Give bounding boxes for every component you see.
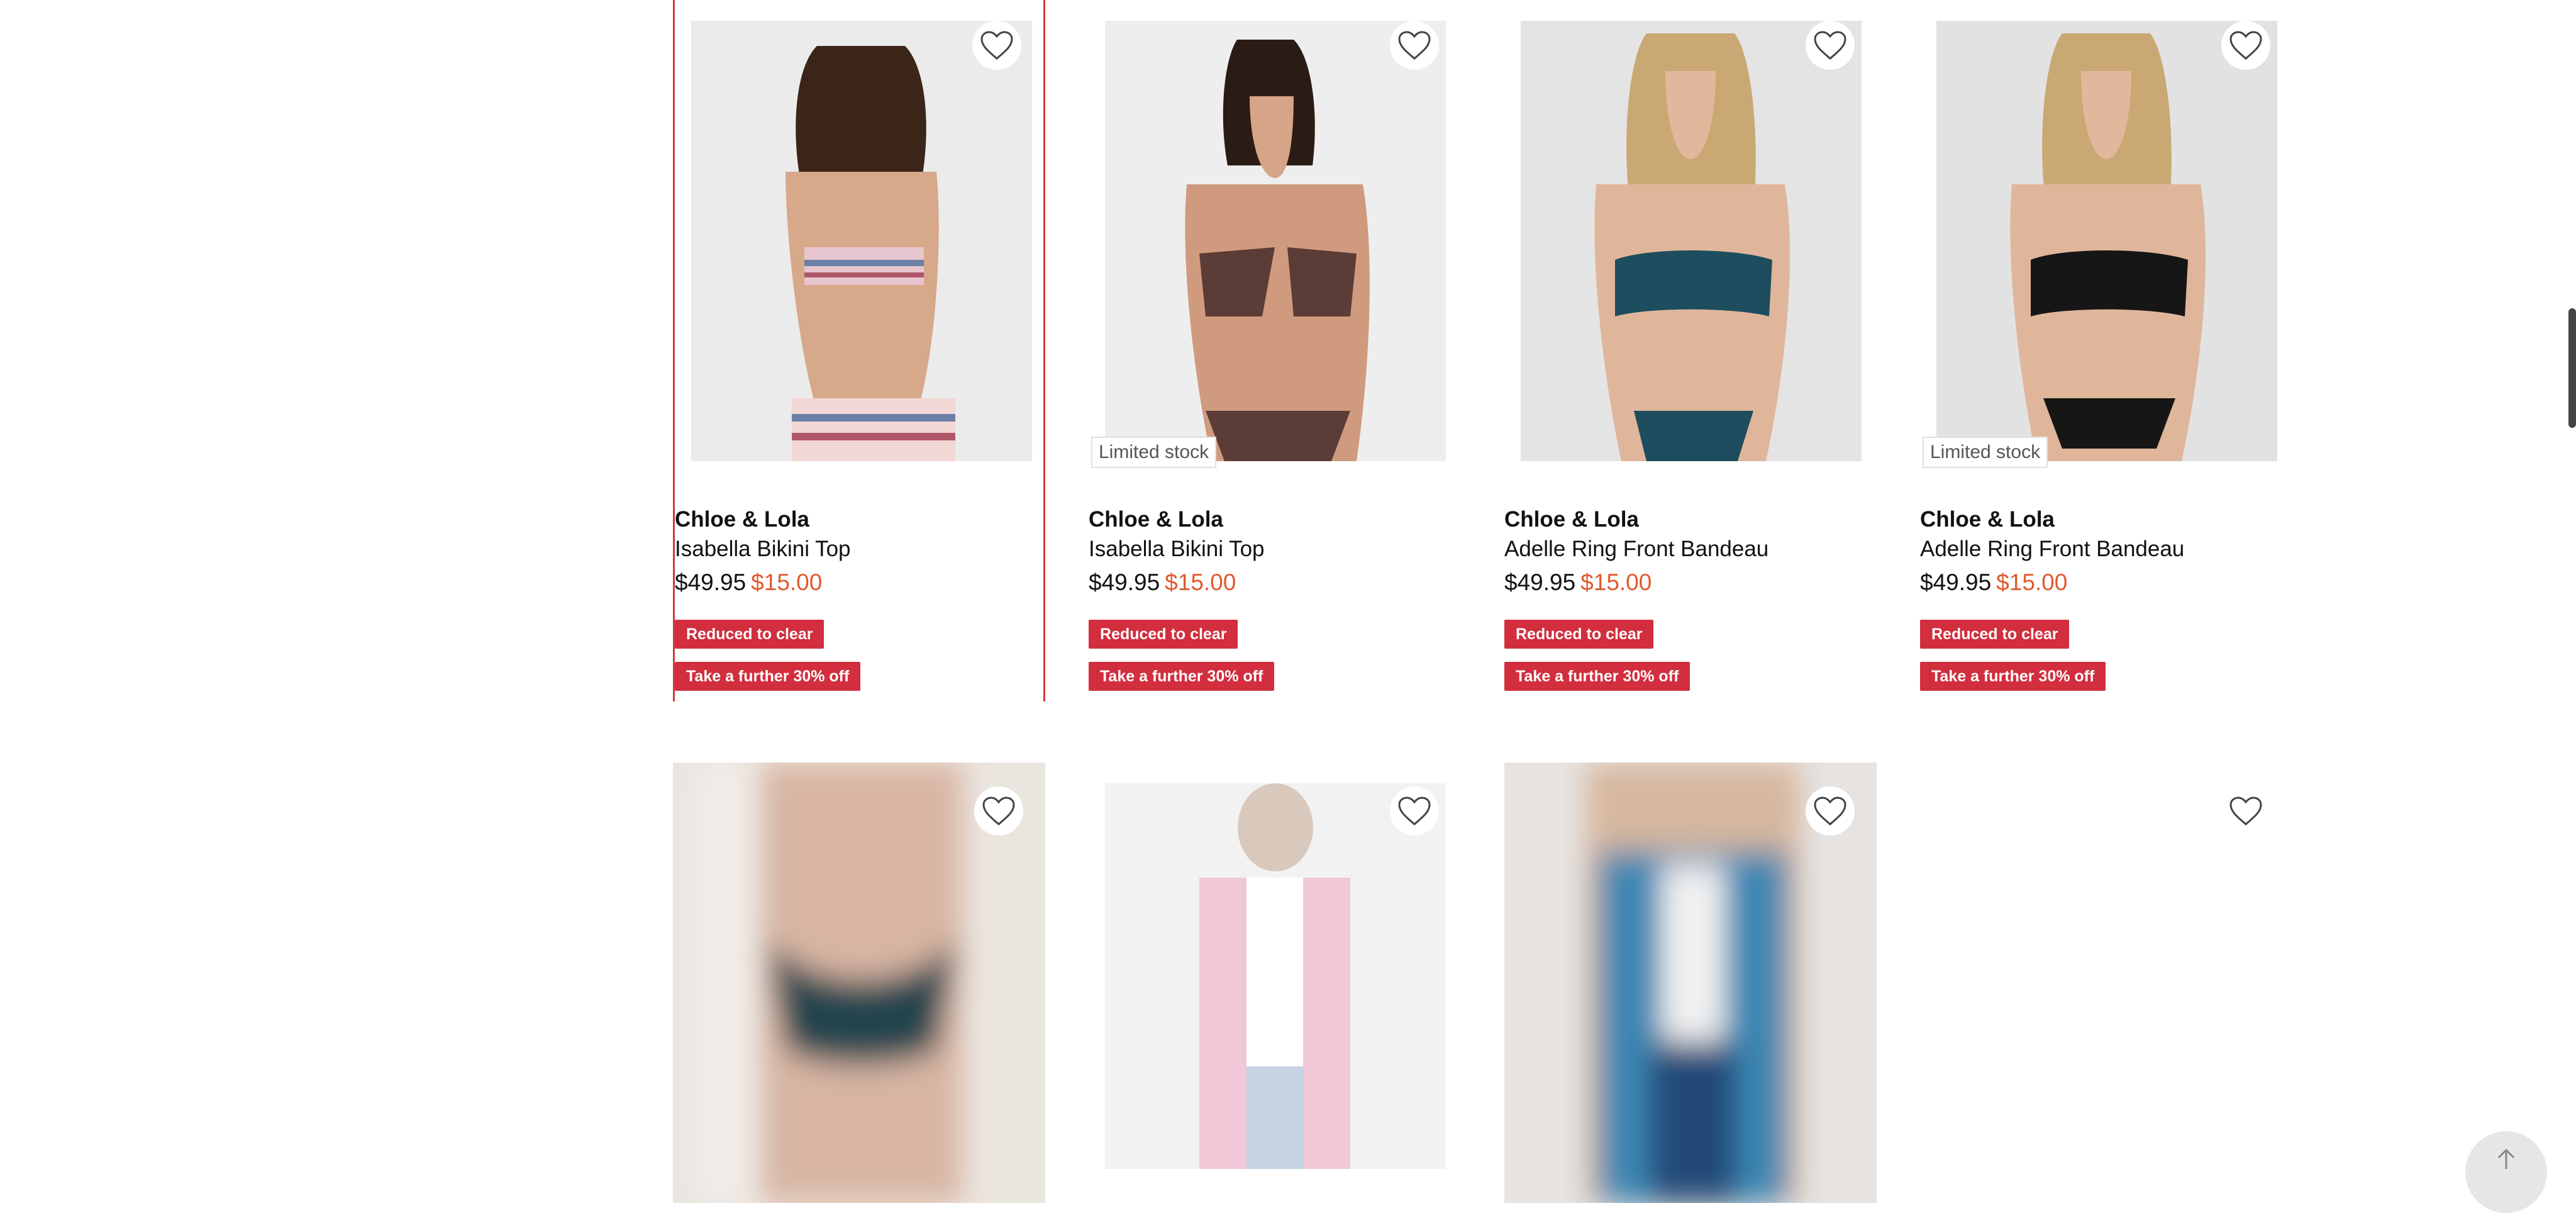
wishlist-heart-icon[interactable] [974, 786, 1023, 836]
product-price: $49.95 $15.00 [1920, 569, 2067, 596]
limited-stock-label: Limited stock [1091, 437, 1217, 468]
product-image[interactable] [1521, 21, 1862, 461]
reduced-badge: Reduced to clear [1504, 620, 1654, 649]
product-brand[interactable]: Chloe & Lola [1504, 507, 1639, 532]
wishlist-heart-icon[interactable] [1390, 21, 1439, 70]
reduced-badge: Reduced to clear [1920, 620, 2070, 649]
product-card[interactable] [1089, 763, 1461, 1169]
product-card[interactable] [1504, 763, 1877, 1203]
was-price: $49.95 [675, 569, 747, 595]
product-image[interactable] [691, 21, 1032, 461]
wishlist-heart-icon[interactable] [1806, 21, 1855, 70]
product-name[interactable]: Isabella Bikini Top [675, 537, 851, 562]
was-price: $49.95 [1089, 569, 1160, 595]
product-price: $49.95 $15.00 [675, 569, 822, 596]
reduced-badge: Reduced to clear [1089, 620, 1238, 649]
further-off-badge: Take a further 30% off [1920, 662, 2106, 691]
arrow-up-icon [2497, 1148, 2515, 1169]
product-brand[interactable]: Chloe & Lola [1089, 507, 1223, 532]
product-name[interactable]: Adelle Ring Front Bandeau [1920, 537, 2184, 562]
product-image-loading[interactable] [1105, 783, 1446, 1169]
back-to-top-button[interactable] [2465, 1131, 2547, 1213]
limited-stock-label: Limited stock [1923, 437, 2048, 468]
product-card[interactable]: Limited stock Chloe & Lola Adelle Ring F… [1920, 0, 2292, 702]
further-off-badge: Take a further 30% off [1504, 662, 1690, 691]
sale-price: $15.00 [1996, 569, 2068, 595]
was-price: $49.95 [1920, 569, 1992, 595]
reduced-badge: Reduced to clear [675, 620, 824, 649]
product-card[interactable]: Chloe & Lola Isabella Bikini Top $49.95 $… [673, 0, 1045, 702]
product-card[interactable] [1920, 763, 2292, 1169]
product-brand[interactable]: Chloe & Lola [675, 507, 809, 532]
was-price: $49.95 [1504, 569, 1576, 595]
product-brand[interactable]: Chloe & Lola [1920, 507, 2055, 532]
further-off-badge: Take a further 30% off [675, 662, 861, 691]
wishlist-heart-icon[interactable] [2221, 786, 2270, 836]
product-image[interactable] [1105, 21, 1446, 461]
sale-price: $15.00 [1165, 569, 1236, 595]
wishlist-heart-icon[interactable] [1806, 786, 1855, 836]
product-card[interactable]: Chloe & Lola Adelle Ring Front Bandeau $… [1504, 0, 1877, 702]
sale-price: $15.00 [751, 569, 823, 595]
wishlist-heart-icon[interactable] [972, 21, 1021, 70]
product-name[interactable]: Isabella Bikini Top [1089, 537, 1265, 562]
product-card[interactable] [673, 763, 1045, 1203]
product-price: $49.95 $15.00 [1089, 569, 1236, 596]
scrollbar-thumb[interactable] [2568, 308, 2576, 428]
wishlist-heart-icon[interactable] [2221, 21, 2270, 70]
product-image[interactable] [1936, 21, 2277, 461]
product-price: $49.95 $15.00 [1504, 569, 1652, 596]
sale-price: $15.00 [1580, 569, 1652, 595]
product-name[interactable]: Adelle Ring Front Bandeau [1504, 537, 1768, 562]
product-card[interactable]: Limited stock Chloe & Lola Isabella Biki… [1089, 0, 1461, 702]
wishlist-heart-icon[interactable] [1390, 786, 1439, 836]
further-off-badge: Take a further 30% off [1089, 662, 1275, 691]
